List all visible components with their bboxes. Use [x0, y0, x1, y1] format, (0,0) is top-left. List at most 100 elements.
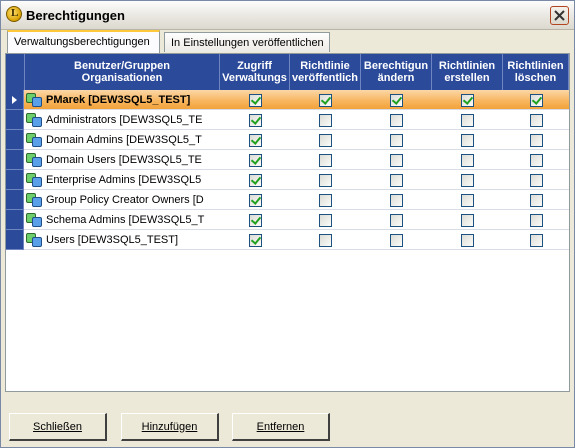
- table-row[interactable]: Administrators [DEW3SQL5_TE: [6, 110, 569, 130]
- checkbox-cell: [503, 130, 569, 150]
- column-header-access[interactable]: Zugriff Verwaltungs: [220, 54, 290, 90]
- checkbox-cell: [503, 150, 569, 170]
- permission-checkbox[interactable]: [461, 233, 474, 247]
- permission-checkbox[interactable]: [461, 193, 474, 207]
- permission-checkbox[interactable]: [319, 193, 332, 207]
- row-name-cell[interactable]: Schema Admins [DEW3SQL5_T: [26, 210, 220, 230]
- app-icon: [6, 6, 22, 22]
- permission-checkbox[interactable]: [390, 113, 403, 127]
- column-header-change-perms[interactable]: Berechtigun ändern: [361, 54, 432, 90]
- permission-checkbox[interactable]: [529, 153, 543, 167]
- permission-checkbox[interactable]: [248, 173, 262, 187]
- permission-checkbox[interactable]: [319, 173, 332, 187]
- row-name-cell[interactable]: Group Policy Creator Owners [D: [26, 190, 220, 210]
- row-name-label: Domain Admins [DEW3SQL5_T: [46, 134, 202, 146]
- permission-checkbox[interactable]: [319, 93, 332, 107]
- row-name-cell[interactable]: Administrators [DEW3SQL5_TE: [26, 110, 220, 130]
- permission-checkbox[interactable]: [461, 93, 474, 107]
- row-name-label: Administrators [DEW3SQL5_TE: [46, 114, 203, 126]
- permission-checkbox[interactable]: [248, 93, 262, 107]
- table-row[interactable]: Enterprise Admins [DEW3SQL5: [6, 170, 569, 190]
- permission-checkbox[interactable]: [390, 213, 403, 227]
- permission-checkbox[interactable]: [529, 133, 543, 147]
- permission-checkbox[interactable]: [248, 213, 262, 227]
- permission-checkbox[interactable]: [461, 173, 474, 187]
- checkbox-cell: [361, 170, 432, 190]
- tab-verwaltungsberechtigungen[interactable]: Verwaltungsberechtigungen: [7, 30, 160, 53]
- permission-checkbox[interactable]: [248, 133, 262, 147]
- checkbox-cell: [361, 90, 432, 110]
- permission-checkbox[interactable]: [461, 213, 474, 227]
- checkbox-cell: [220, 150, 290, 170]
- permission-checkbox[interactable]: [390, 193, 403, 207]
- row-name-cell[interactable]: PMarek [DEW3SQL5_TEST]: [26, 90, 220, 110]
- permission-checkbox[interactable]: [248, 233, 262, 247]
- permission-checkbox[interactable]: [461, 113, 474, 127]
- checkbox-cell: [361, 210, 432, 230]
- permission-checkbox[interactable]: [319, 113, 332, 127]
- permission-checkbox[interactable]: [390, 153, 403, 167]
- row-header[interactable]: [6, 210, 24, 230]
- permission-checkbox[interactable]: [461, 153, 474, 167]
- checkbox-cell: [290, 230, 361, 250]
- group-icon: [26, 153, 42, 167]
- column-header-empty: [6, 54, 25, 90]
- table-row[interactable]: Users [DEW3SQL5_TEST]: [6, 230, 569, 250]
- permission-checkbox[interactable]: [390, 233, 403, 247]
- permission-checkbox[interactable]: [319, 233, 332, 247]
- row-header[interactable]: [6, 170, 24, 190]
- permission-checkbox[interactable]: [248, 113, 262, 127]
- checkbox-cell: [361, 110, 432, 130]
- close-window-button[interactable]: [550, 6, 569, 25]
- row-name-cell[interactable]: Domain Users [DEW3SQL5_TE: [26, 150, 220, 170]
- permission-checkbox[interactable]: [319, 153, 332, 167]
- permission-checkbox[interactable]: [390, 93, 403, 107]
- row-name-cell[interactable]: Domain Admins [DEW3SQL5_T: [26, 130, 220, 150]
- checkbox-cell: [503, 230, 569, 250]
- permission-checkbox[interactable]: [248, 153, 262, 167]
- table-row[interactable]: PMarek [DEW3SQL5_TEST]: [6, 90, 569, 110]
- tab-in-einstellungen-veroeffentlichen[interactable]: In Einstellungen veröffentlichen: [164, 32, 330, 52]
- remove-button[interactable]: Entfernen: [232, 413, 330, 441]
- column-header-create[interactable]: Richtlinien erstellen: [432, 54, 503, 90]
- table-row[interactable]: Group Policy Creator Owners [D: [6, 190, 569, 210]
- permission-checkbox[interactable]: [529, 113, 543, 127]
- table-row[interactable]: Domain Users [DEW3SQL5_TE: [6, 150, 569, 170]
- row-header[interactable]: [6, 90, 24, 110]
- column-header-users[interactable]: Benutzer/Gruppen Organisationen: [25, 54, 220, 90]
- checkbox-cell: [220, 130, 290, 150]
- row-header[interactable]: [6, 150, 24, 170]
- permissions-grid[interactable]: Benutzer/Gruppen Organisationen Zugriff …: [6, 54, 569, 391]
- checkbox-cell: [290, 110, 361, 130]
- table-row[interactable]: Schema Admins [DEW3SQL5_T: [6, 210, 569, 230]
- permission-checkbox[interactable]: [529, 213, 543, 227]
- permission-checkbox[interactable]: [390, 133, 403, 147]
- grid-header: Benutzer/Gruppen Organisationen Zugriff …: [6, 54, 569, 90]
- checkbox-cell: [503, 210, 569, 230]
- permission-checkbox[interactable]: [529, 233, 543, 247]
- close-button[interactable]: Schließen: [9, 413, 107, 441]
- checkbox-cell: [220, 90, 290, 110]
- row-header[interactable]: [6, 110, 24, 130]
- checkbox-cell: [432, 90, 503, 110]
- checkbox-cell: [220, 170, 290, 190]
- permission-checkbox[interactable]: [529, 173, 543, 187]
- permission-checkbox[interactable]: [529, 93, 543, 107]
- row-name-cell[interactable]: Users [DEW3SQL5_TEST]: [26, 230, 220, 250]
- row-name-cell[interactable]: Enterprise Admins [DEW3SQL5: [26, 170, 220, 190]
- permission-checkbox[interactable]: [461, 133, 474, 147]
- permission-checkbox[interactable]: [529, 193, 543, 207]
- row-header[interactable]: [6, 130, 24, 150]
- row-header[interactable]: [6, 230, 24, 250]
- permission-checkbox[interactable]: [319, 133, 332, 147]
- group-icon: [26, 173, 42, 187]
- row-header[interactable]: [6, 190, 24, 210]
- column-header-publish[interactable]: Richtlinie veröffentlich: [290, 54, 361, 90]
- permission-checkbox[interactable]: [248, 193, 262, 207]
- permission-checkbox[interactable]: [319, 213, 332, 227]
- title-bar[interactable]: Berechtigungen: [1, 1, 574, 30]
- table-row[interactable]: Domain Admins [DEW3SQL5_T: [6, 130, 569, 150]
- permission-checkbox[interactable]: [390, 173, 403, 187]
- add-button[interactable]: Hinzufügen: [121, 413, 219, 441]
- column-header-delete[interactable]: Richtlinien löschen: [503, 54, 569, 90]
